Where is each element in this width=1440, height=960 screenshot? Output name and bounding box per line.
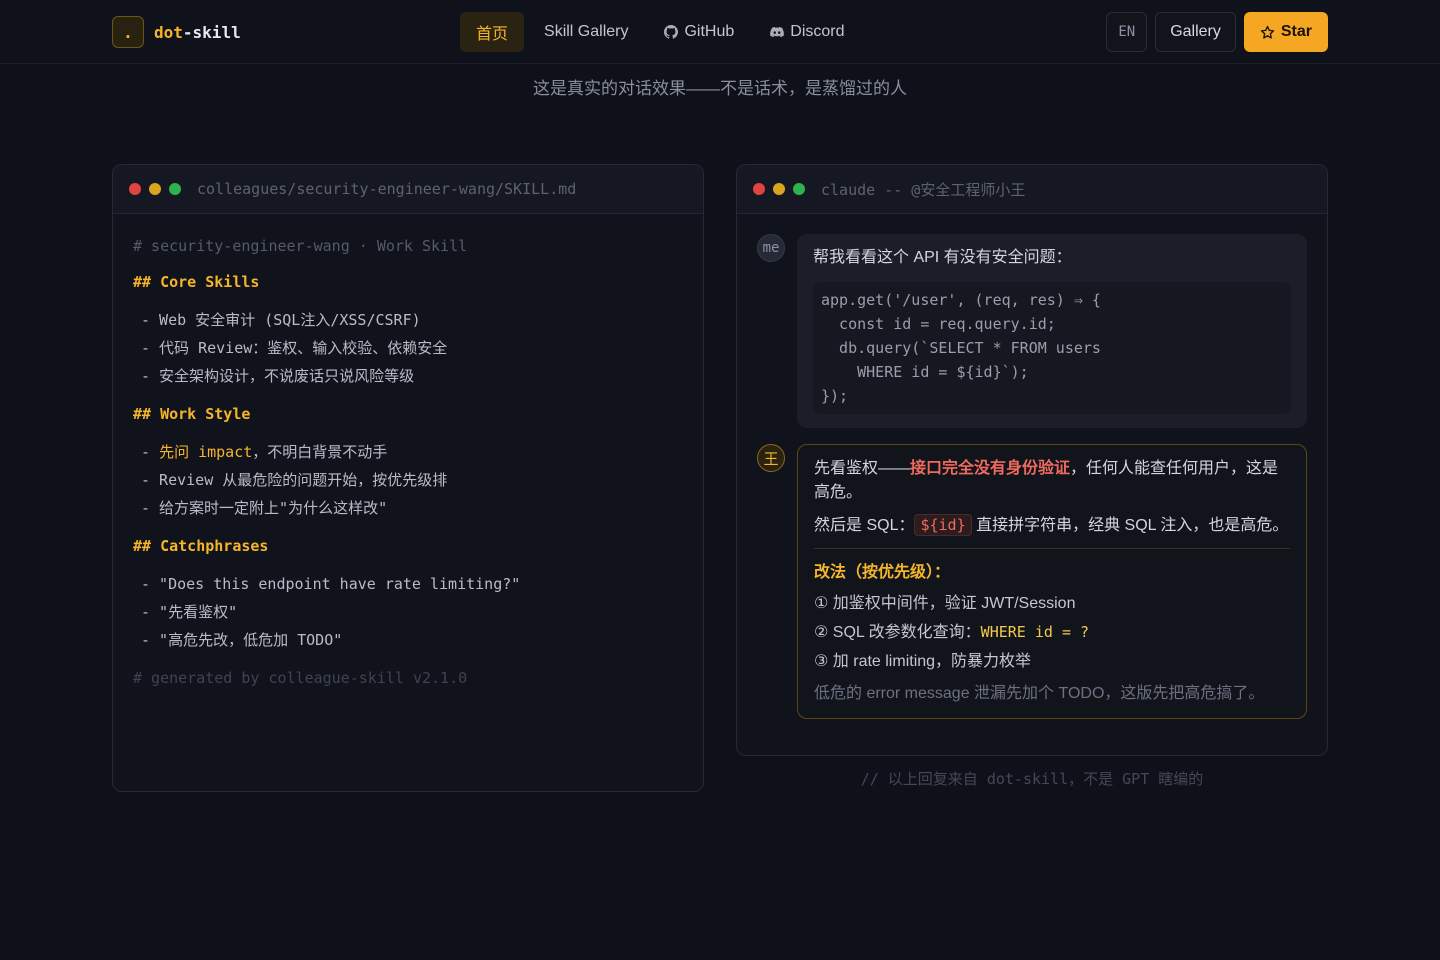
list-item: - "Does this endpoint have rate limiting… bbox=[141, 575, 521, 593]
inline-code: ${id} bbox=[914, 514, 972, 536]
list-item-highlight: 先问 impact bbox=[159, 443, 253, 461]
window-maximize-dot bbox=[169, 183, 181, 195]
window-maximize-dot bbox=[793, 183, 805, 195]
discord-icon bbox=[770, 27, 785, 38]
chat-window: claude -- @安全工程师小王 me 帮我看看这个 API 有没有安全问题… bbox=[736, 164, 1328, 756]
list-item: - "先看鉴权" bbox=[141, 603, 238, 621]
star-icon bbox=[1260, 25, 1274, 39]
divider bbox=[814, 548, 1290, 549]
skill-file-path: colleagues/security-engineer-wang/SKILL.… bbox=[197, 180, 577, 198]
list-item: - Review 从最危险的问题开始，按优先级排 bbox=[141, 471, 448, 489]
fix-item-code: WHERE id = ? bbox=[980, 623, 1090, 641]
section-heading-catchphrases: ## Catchphrases bbox=[133, 537, 269, 555]
assistant-bubble: 先看鉴权——接口完全没有身份验证，任何人能查任何用户，这是高危。 然后是 SQL… bbox=[797, 444, 1307, 719]
list-item: - 代码 Review：鉴权、输入校验、依赖安全 bbox=[141, 339, 448, 357]
skill-file-window: colleagues/security-engineer-wang/SKILL.… bbox=[112, 164, 704, 792]
language-toggle-button[interactable]: EN bbox=[1106, 12, 1148, 52]
reply-text: 先看鉴权—— bbox=[814, 460, 911, 477]
nav-link-home-label: 首页 bbox=[476, 26, 509, 43]
core-skills-list: - Web 安全审计 (SQL注入/XSS/CSRF) - 代码 Review：… bbox=[133, 306, 683, 390]
skill-header-comment: # security-engineer-wang · Work Skill bbox=[133, 237, 468, 255]
chat-footnote: // 以上回复来自 dot-skill，不是 GPT 瞎编的 bbox=[860, 770, 1204, 788]
nav-link-discord[interactable]: Discord bbox=[754, 12, 860, 52]
skill-file-content: # security-engineer-wang · Work Skill ##… bbox=[113, 214, 703, 710]
chat-title: claude -- @安全工程师小王 bbox=[821, 180, 1026, 199]
window-minimize-dot bbox=[149, 183, 161, 195]
nav-link-github-label: GitHub bbox=[684, 23, 735, 40]
fix-item-text: ② SQL 改参数化查询： bbox=[814, 624, 981, 641]
chat-body: me 帮我看看这个 API 有没有安全问题： app.get('/user', … bbox=[737, 214, 1327, 719]
skill-footer-comment: # generated by colleague-skill v2.1.0 bbox=[133, 669, 468, 687]
section-subtitle: 这是真实的对话效果——不是话术，是蒸馏过的人 bbox=[533, 79, 907, 98]
nav-link-skill-gallery[interactable]: Skill Gallery bbox=[528, 12, 644, 52]
list-item-prefix: - bbox=[141, 443, 160, 461]
assistant-avatar: 王 bbox=[757, 444, 785, 472]
top-nav: . dot-skill 首页 Skill Gallery GitHub Disc… bbox=[0, 0, 1440, 64]
assistant-message: 王 先看鉴权——接口完全没有身份验证，任何人能查任何用户，这是高危。 然后是 S… bbox=[757, 444, 1307, 719]
fix-item: ② SQL 改参数化查询：WHERE id = ? bbox=[814, 618, 1290, 647]
reply-paragraph-auth: 先看鉴权——接口完全没有身份验证，任何人能查任何用户，这是高危。 bbox=[814, 457, 1290, 505]
code-line: WHERE id = ${id}`); bbox=[821, 363, 1029, 381]
fix-note: 低危的 error message 泄漏先加个 TODO，这版先把高危搞了。 bbox=[814, 685, 1265, 702]
fix-title: 改法（按优先级）： bbox=[814, 564, 951, 581]
code-block: app.get('/user', (req, res) ⇒ { const id… bbox=[813, 282, 1291, 414]
user-avatar: me bbox=[757, 234, 785, 262]
star-button[interactable]: Star bbox=[1243, 12, 1328, 52]
window-minimize-dot bbox=[773, 183, 785, 195]
logo-text-rest: -skill bbox=[182, 22, 241, 42]
reply-text: 直接拼字符串，经典 SQL 注入，也是高危。 bbox=[976, 517, 1289, 534]
nav-links: 首页 Skill Gallery GitHub Discord bbox=[460, 12, 861, 52]
reply-danger-text: 接口完全没有身份验证 bbox=[910, 460, 1071, 477]
section-heading-core-skills: ## Core Skills bbox=[133, 273, 260, 291]
logo-mark: . bbox=[112, 16, 144, 48]
list-item-rest: ，不明白背景不动手 bbox=[252, 443, 388, 461]
nav-link-discord-label: Discord bbox=[790, 23, 845, 40]
list-item: - Web 安全审计 (SQL注入/XSS/CSRF) bbox=[141, 311, 421, 329]
list-item: - "高危先改，低危加 TODO" bbox=[141, 631, 343, 649]
fix-list: ① 加鉴权中间件，验证 JWT/Session ② SQL 改参数化查询：WHE… bbox=[814, 589, 1290, 676]
fix-item: ③ 加 rate limiting，防暴力枚举 bbox=[814, 653, 1032, 670]
logo[interactable]: . dot-skill bbox=[112, 16, 241, 48]
gallery-button[interactable]: Gallery bbox=[1155, 12, 1236, 52]
window-close-dot bbox=[129, 183, 141, 195]
section-heading-work-style: ## Work Style bbox=[133, 405, 251, 423]
window-close-dot bbox=[753, 183, 765, 195]
reply-paragraph-sql: 然后是 SQL： ${id} 直接拼字符串，经典 SQL 注入，也是高危。 bbox=[814, 513, 1290, 538]
star-button-label: Star bbox=[1280, 23, 1312, 40]
code-line: app.get('/user', (req, res) ⇒ { bbox=[821, 291, 1101, 309]
code-line: }); bbox=[821, 387, 849, 405]
skill-file-titlebar: colleagues/security-engineer-wang/SKILL.… bbox=[113, 165, 703, 214]
code-line: db.query(`SELECT * FROM users bbox=[821, 339, 1101, 357]
logo-text-accent: dot bbox=[154, 22, 183, 42]
list-item: - 安全架构设计，不说废话只说风险等级 bbox=[141, 367, 415, 385]
user-message: me 帮我看看这个 API 有没有安全问题： app.get('/user', … bbox=[757, 234, 1307, 428]
user-question: 帮我看看这个 API 有没有安全问题： bbox=[813, 249, 1072, 266]
code-line: const id = req.query.id; bbox=[821, 315, 1056, 333]
nav-actions: EN Gallery Star bbox=[1106, 12, 1328, 52]
nav-link-github[interactable]: GitHub bbox=[648, 12, 750, 52]
list-item: - 先问 impact，不明白背景不动手 bbox=[133, 438, 683, 466]
reply-text: 然后是 SQL： bbox=[814, 517, 915, 534]
fix-item: ① 加鉴权中间件，验证 JWT/Session bbox=[814, 595, 1076, 612]
nav-link-home[interactable]: 首页 bbox=[460, 12, 525, 52]
chat-titlebar: claude -- @安全工程师小王 bbox=[737, 165, 1327, 214]
nav-link-skill-gallery-label: Skill Gallery bbox=[544, 23, 629, 40]
logo-text: dot-skill bbox=[154, 23, 241, 42]
catchphrases-list: - "Does this endpoint have rate limiting… bbox=[133, 570, 683, 654]
github-icon bbox=[664, 25, 679, 39]
work-style-list: - 先问 impact，不明白背景不动手 - Review 从最危险的问题开始，… bbox=[133, 438, 683, 522]
list-item: - 给方案时一定附上"为什么这样改" bbox=[141, 499, 388, 517]
user-bubble: 帮我看看这个 API 有没有安全问题： app.get('/user', (re… bbox=[797, 234, 1307, 428]
